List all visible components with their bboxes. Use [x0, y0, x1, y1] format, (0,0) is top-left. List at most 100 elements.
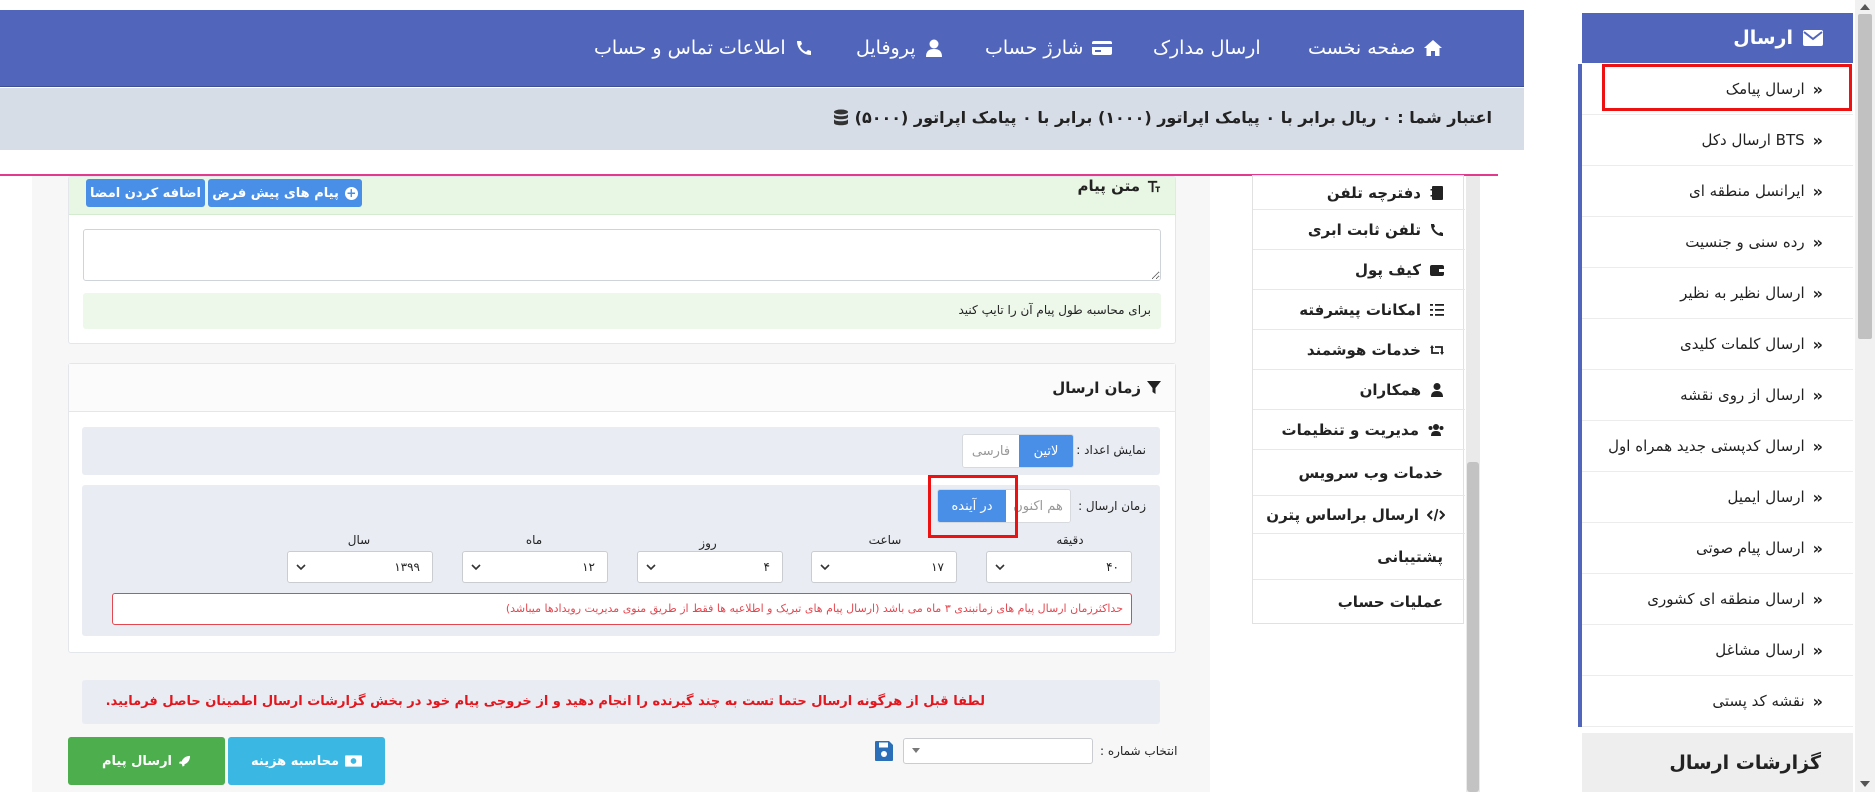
sidebar-item-label: ارسال منطقه ای کشوری — [1647, 590, 1805, 608]
day-label: روز — [699, 536, 717, 550]
caret-down-icon — [912, 748, 920, 753]
number-display-row: نمایش اعداد : فارسی لاتین — [82, 427, 1160, 475]
double-chevron-icon: » — [1812, 640, 1823, 660]
sidebar-item-send-sms[interactable]: » ارسال پیامک — [1582, 64, 1853, 115]
menu-item-smart-services[interactable]: خدمات هوشمند — [1253, 330, 1465, 370]
test-notice-text: لطفا قبل از هرگونه ارسال حتما تست به چند… — [105, 694, 985, 709]
send-message-button[interactable]: ارسال پیام — [68, 737, 225, 785]
schedule-warning: حداکثرزمان ارسال پیام های زمانبندی ۳ ماه… — [112, 593, 1132, 625]
day-select[interactable]: ۴ — [637, 551, 783, 583]
nav-home[interactable]: صفحه نخست — [1308, 34, 1443, 62]
default-messages-button[interactable]: + پیام های پیش فرض — [208, 179, 362, 207]
future-option[interactable]: در آینده — [938, 490, 1006, 522]
side-menu: دفترچه تلفن تلفن ثابت ابری کیف پول امکان… — [1252, 175, 1465, 624]
nav-documents-label: ارسال مدارک — [1153, 37, 1261, 59]
sidebar-item-label: ارسال کلمات کلیدی — [1679, 335, 1805, 353]
menu-item-wallet[interactable]: کیف پول — [1253, 250, 1465, 290]
sidebar-item-label: ارسال کدپستی جدید همراه اول — [1608, 437, 1805, 455]
sidebar-header-send[interactable]: ارسال — [1582, 13, 1853, 63]
add-signature-button[interactable]: اضافه کردن امضا — [86, 179, 205, 207]
sidebar-item-map[interactable]: » ارسال از روی نقشه — [1582, 370, 1853, 421]
menu-item-label: کیف پول — [1355, 260, 1421, 279]
content-scrollbar-thumb[interactable] — [1467, 462, 1479, 792]
money-bill-icon — [345, 755, 362, 767]
send-time-label: زمان ارسال : — [1078, 499, 1146, 513]
hour-select[interactable]: ۱۷ — [811, 551, 957, 583]
sidebar-item-label: ارسال از روی نقشه — [1680, 386, 1805, 404]
chevron-down-icon — [296, 561, 306, 571]
farsi-option[interactable]: فارسی — [963, 435, 1019, 467]
double-chevron-icon: » — [1812, 436, 1823, 456]
top-nav: صفحه نخست ارسال مدارک شارژ حساب پروفایل … — [0, 10, 1524, 87]
month-select[interactable]: ۱۲ — [462, 551, 608, 583]
page-scrollbar-thumb[interactable] — [1858, 14, 1872, 339]
double-chevron-icon: » — [1812, 181, 1823, 201]
day-value: ۴ — [763, 560, 770, 574]
users-icon — [1428, 423, 1444, 436]
menu-item-management[interactable]: مدیریت و تنظیمات — [1253, 410, 1465, 450]
select-number-dropdown[interactable] — [903, 738, 1093, 764]
sidebar-item-age-gender[interactable]: » رده سنی و جنسیت — [1582, 217, 1853, 268]
sidebar-item-national-regional[interactable]: » ارسال منطقه ای کشوری — [1582, 574, 1853, 625]
save-icon[interactable] — [874, 740, 894, 762]
credit-info: اعتبار شما : ۰ ریال برابر با ۰ پیامک اپر… — [833, 108, 1492, 127]
sidebar-item-postal-map[interactable]: » نقشه کد پستی — [1582, 676, 1853, 727]
nav-profile[interactable]: پروفایل — [856, 34, 944, 62]
sidebar-item-postal-code[interactable]: » ارسال کدپستی جدید همراه اول — [1582, 421, 1853, 472]
menu-item-label: همکاران — [1359, 380, 1421, 399]
sidebar-item-bts[interactable]: » ارسال دکل BTS — [1582, 115, 1853, 166]
sidebar-item-peer-to-peer[interactable]: » ارسال نظیر به نظیر — [1582, 268, 1853, 319]
number-display-label: نمایش اعداد : — [1076, 443, 1146, 457]
sidebar-header-label: ارسال — [1733, 27, 1793, 49]
list-check-icon — [1430, 303, 1444, 316]
menu-item-support[interactable]: پشتیبانی — [1253, 534, 1465, 580]
sidebar-item-label: ارسال پیام صوتی — [1695, 539, 1805, 557]
send-time-toggle: در آینده هم اکنون — [937, 489, 1071, 523]
scroll-up-arrow-icon[interactable] — [1860, 4, 1870, 10]
year-select[interactable]: ۱۳۹۹ — [287, 551, 433, 583]
double-chevron-icon: » — [1812, 79, 1823, 99]
chevron-down-icon — [471, 561, 481, 571]
menu-item-cloud-phone[interactable]: تلفن ثابت ابری — [1253, 210, 1465, 250]
menu-item-label: عملیات حساب — [1337, 593, 1443, 611]
menu-item-web-service[interactable]: خدمات وب سرویس — [1253, 450, 1465, 496]
sidebar-item-email[interactable]: » ارسال ایمیل — [1582, 472, 1853, 523]
nav-documents[interactable]: ارسال مدارک — [1153, 34, 1261, 62]
chevron-down-icon — [995, 561, 1005, 571]
menu-item-label: مدیریت و تنظیمات — [1281, 420, 1419, 439]
minute-value: ۴۰ — [1106, 560, 1119, 574]
message-title: متن پیام — [1077, 177, 1161, 195]
send-time-header: زمان ارسال — [69, 364, 1175, 412]
credit-text: اعتبار شما : ۰ ریال برابر با ۰ پیامک اپر… — [854, 108, 1492, 127]
message-textarea[interactable] — [83, 229, 1161, 281]
calculate-cost-button[interactable]: محاسبه هزینه — [228, 737, 385, 785]
double-chevron-icon: » — [1812, 232, 1823, 252]
user-tie-icon — [1431, 382, 1443, 397]
latin-option[interactable]: لاتین — [1019, 435, 1073, 467]
sidebar-item-keywords[interactable]: » ارسال کلمات کلیدی — [1582, 319, 1853, 370]
text-size-icon — [1147, 180, 1161, 192]
scroll-down-arrow-icon[interactable] — [1860, 781, 1870, 787]
now-option[interactable]: هم اکنون — [1006, 490, 1070, 522]
nav-charge[interactable]: شارژ حساب — [985, 34, 1113, 62]
sidebar-item-jobs[interactable]: » ارسال مشاغل — [1582, 625, 1853, 676]
schedule-warning-text: حداکثرزمان ارسال پیام های زمانبندی ۳ ماه… — [505, 602, 1123, 615]
phone-icon — [1431, 223, 1443, 236]
calculate-cost-label: محاسبه هزینه — [251, 753, 339, 769]
credit-card-icon — [1092, 41, 1113, 55]
sidebar-reports[interactable]: گزارشات ارسال — [1582, 733, 1853, 792]
menu-item-colleagues[interactable]: همکاران — [1253, 370, 1465, 410]
sidebar-item-label: ارسال نظیر به نظیر — [1680, 284, 1805, 302]
hour-label: ساعت — [868, 533, 902, 547]
sidebar-item-voice[interactable]: » ارسال پیام صوتی — [1582, 523, 1853, 574]
menu-item-account-ops[interactable]: عملیات حساب — [1253, 580, 1465, 624]
sidebar-item-irancell-regional[interactable]: » ایرانسل منطقه ای — [1582, 166, 1853, 217]
menu-item-pattern[interactable]: ارسال براساس پترن — [1253, 496, 1465, 534]
menu-item-label: خدمات هوشمند — [1306, 340, 1421, 359]
menu-item-phonebook[interactable]: دفترچه تلفن — [1253, 176, 1465, 210]
menu-item-advanced[interactable]: امکانات پیشرفته — [1253, 290, 1465, 330]
nav-contact[interactable]: اطلاعات تماس و حساب — [594, 34, 814, 62]
filter-icon — [1147, 381, 1161, 394]
message-title-label: متن پیام — [1077, 177, 1140, 195]
minute-select[interactable]: ۴۰ — [986, 551, 1132, 583]
